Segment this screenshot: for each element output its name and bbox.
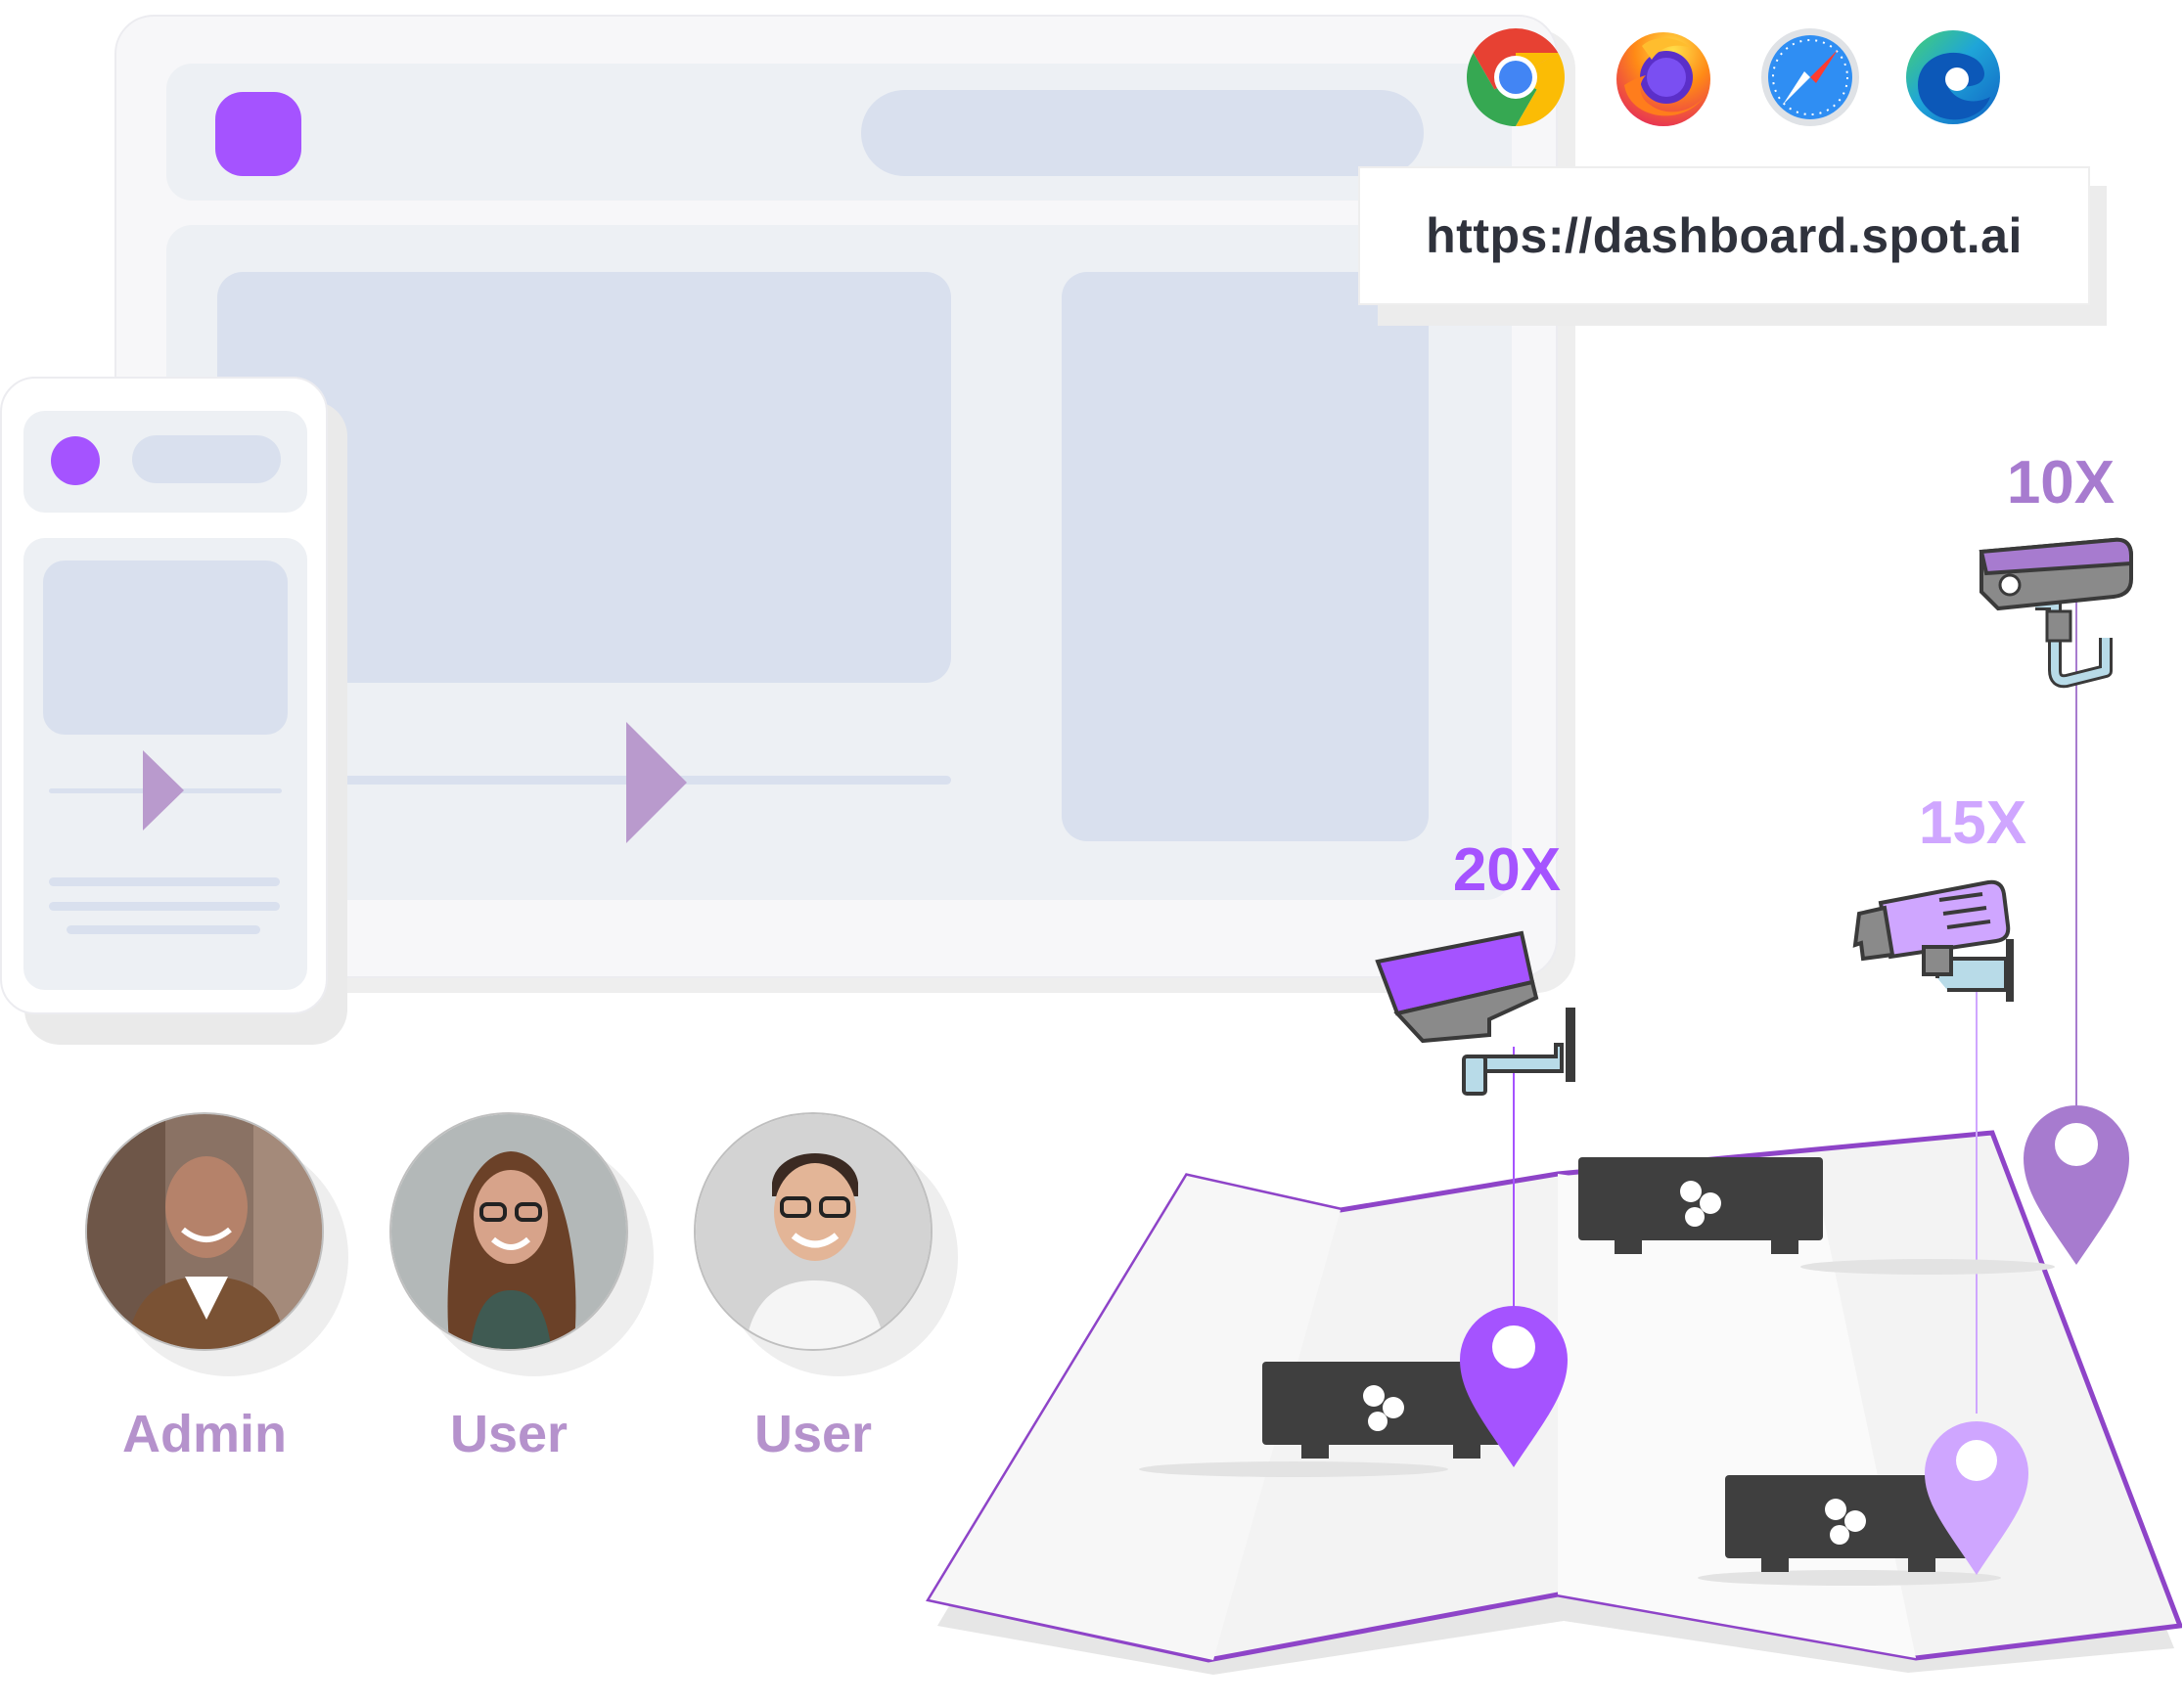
url-box: https://dashboard.spot.ai: [1358, 166, 2090, 305]
desktop-play-icon: [626, 722, 687, 843]
security-camera-icon-10x: [1979, 537, 2133, 689]
mobile-text-line: [49, 902, 280, 911]
zoom-label-10x: 10X: [2007, 449, 2115, 516]
mobile-text-line: [49, 877, 280, 886]
zoom-label-20x: 20X: [1453, 836, 1561, 904]
security-camera-icon-20x: [1375, 930, 1575, 1096]
safari-icon: [1759, 26, 1861, 128]
zoom-label-15x: 15X: [1919, 789, 2026, 857]
mobile-text-line: [67, 925, 260, 934]
security-camera-icon-15x: [1852, 879, 2014, 1002]
desktop-video-timeline: [274, 776, 951, 785]
firefox-icon: [1613, 26, 1714, 128]
avatar-admin: [85, 1112, 324, 1351]
edge-icon: [1902, 26, 2004, 128]
role-label-user-1: User: [449, 1405, 569, 1463]
location-pin-icon: [2024, 1105, 2129, 1265]
dashboard-url: https://dashboard.spot.ai: [1426, 208, 2023, 263]
mobile-search-bar: [132, 435, 281, 483]
mobile-play-icon: [143, 750, 184, 831]
avatar-user-1: [389, 1112, 628, 1351]
role-label-admin: Admin: [122, 1405, 287, 1463]
camera-map-scene: 20X 10X 15X: [926, 449, 2182, 1675]
mobile-app-logo: [51, 436, 100, 485]
mobile-video-player: [43, 561, 288, 735]
chrome-icon: [1465, 26, 1567, 128]
avatar-user-2: [694, 1112, 933, 1351]
desktop-search-bar: [861, 90, 1424, 176]
desktop-app-logo: [215, 92, 301, 176]
